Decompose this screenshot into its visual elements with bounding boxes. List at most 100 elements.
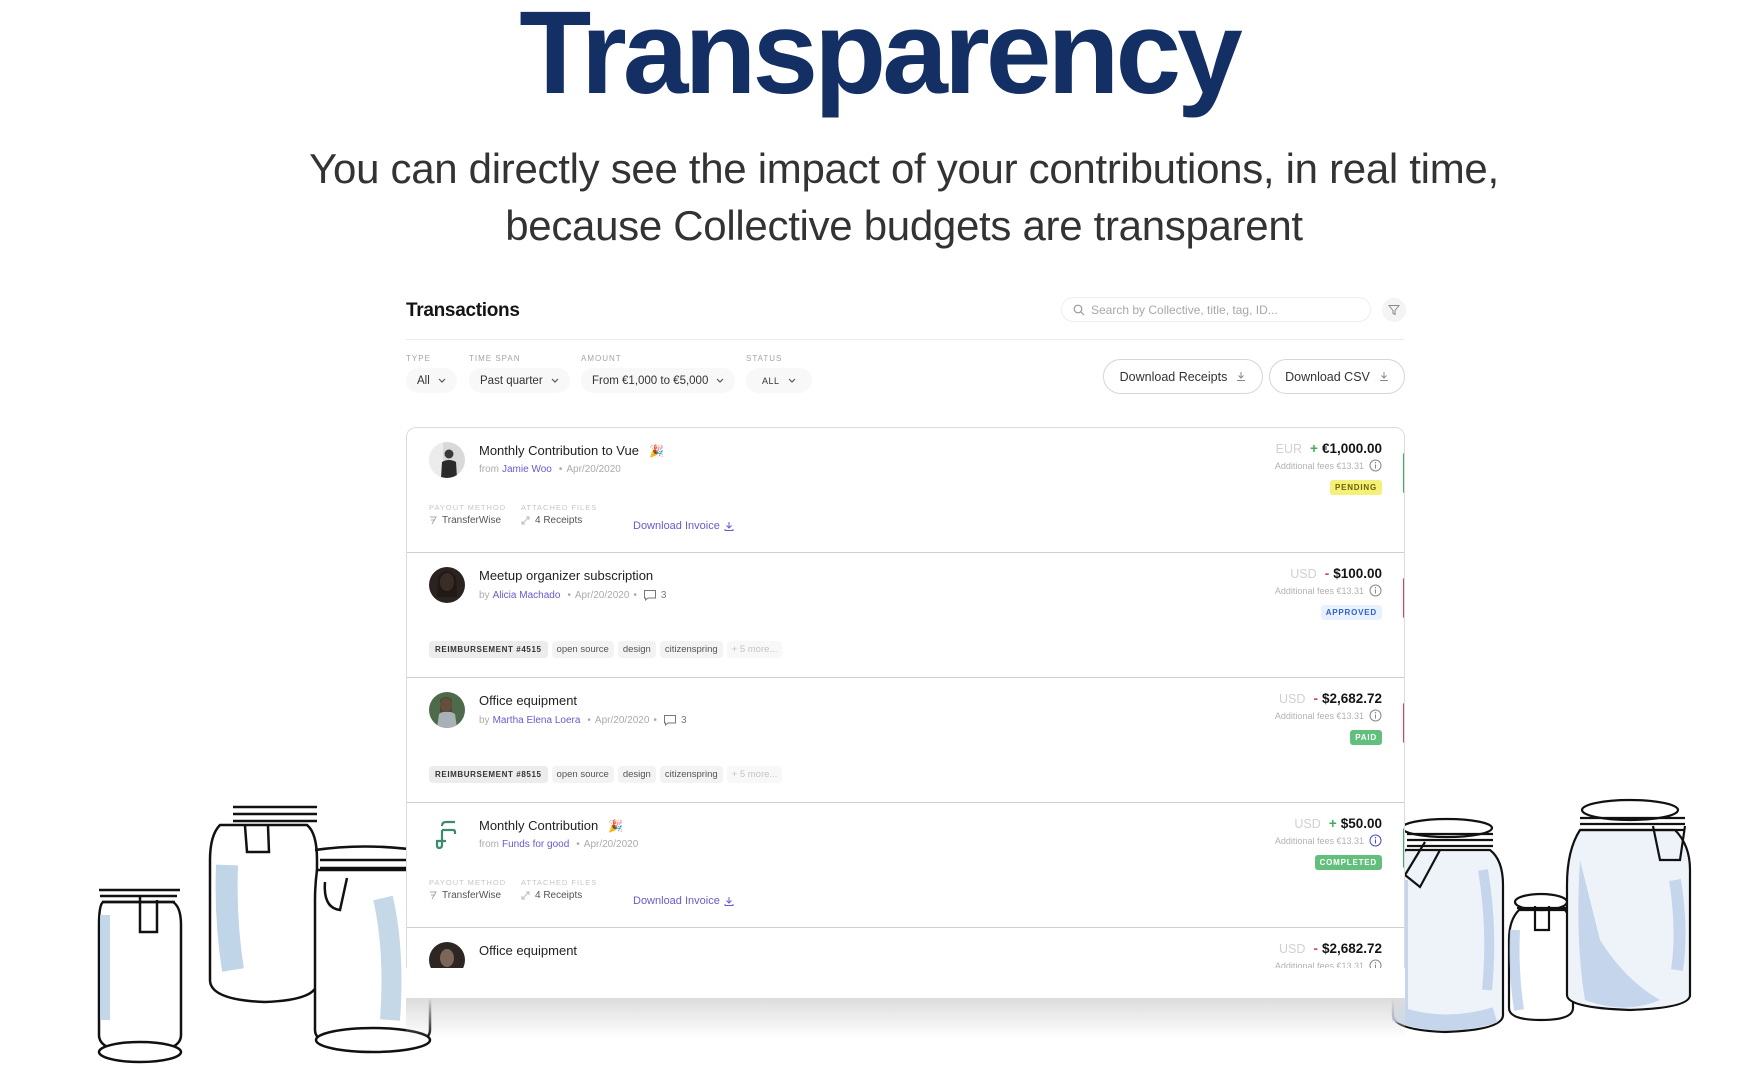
amount-sign: + xyxy=(1310,441,1318,456)
filter-type-label: TYPE xyxy=(406,354,431,363)
tag[interactable]: REIMBURSEMENT #8515 xyxy=(429,766,548,783)
fees-text: Additional fees €13.31 xyxy=(1274,585,1364,596)
party-icon: 🎉 xyxy=(608,819,624,833)
avatar xyxy=(429,442,465,478)
transferwise-icon xyxy=(430,516,437,525)
currency-code: EUR xyxy=(1275,442,1303,456)
fees-text: Additional fees €13.31 xyxy=(1274,835,1364,846)
tags-list: REIMBURSEMENT #4515 open source design c… xyxy=(429,641,786,658)
filter-button[interactable] xyxy=(1382,298,1406,322)
download-icon xyxy=(724,521,734,531)
filter-amount-select[interactable]: From €1,000 to €5,000 xyxy=(581,368,736,393)
meta-separator: • xyxy=(576,839,580,850)
meta-separator: • xyxy=(567,589,571,601)
transaction-meta: by Alicia Machado • Apr/20/2020 • 3 xyxy=(479,589,666,601)
download-invoice-link[interactable]: Download Invoice xyxy=(633,895,734,907)
payout-method: PAYOUT METHOD TransferWise xyxy=(429,503,506,526)
status-badge: PENDING xyxy=(1329,480,1382,495)
transaction-amount: USD + $50.00 xyxy=(1294,816,1382,831)
party-icon: 🎉 xyxy=(648,444,664,458)
jars-illustration-left xyxy=(97,805,432,1064)
attached-files-value: 4 Receipts xyxy=(535,515,583,526)
person-link[interactable]: Jamie Woo xyxy=(502,464,552,475)
payout-method-label: PAYOUT METHOD xyxy=(429,503,507,512)
more-tags[interactable]: + 5 more... xyxy=(726,766,783,783)
status-stripe xyxy=(1403,828,1404,868)
fees-text: Additional fees €13.31 xyxy=(1274,460,1364,471)
meta-prefix: from xyxy=(479,464,499,475)
download-csv-label: Download CSV xyxy=(1285,369,1370,384)
panel-shadow xyxy=(406,998,1405,1038)
tag[interactable]: REIMBURSEMENT #4515 xyxy=(429,641,548,658)
info-icon[interactable] xyxy=(1369,834,1382,847)
info-icon[interactable] xyxy=(1369,709,1382,722)
chevron-down-icon xyxy=(716,378,724,383)
attached-files-label: ATTACHED FILES xyxy=(521,503,598,512)
payout-method-label: PAYOUT METHOD xyxy=(429,878,507,887)
amount-value: $100.00 xyxy=(1333,566,1382,581)
download-invoice-link[interactable]: Download Invoice xyxy=(633,520,734,532)
person-link[interactable]: Martha Elena Loera xyxy=(493,715,581,726)
transaction-row[interactable]: Office equipment by Martha Elena Loera •… xyxy=(407,678,1404,803)
transaction-row[interactable]: Meetup organizer subscription by Alicia … xyxy=(407,553,1404,678)
filter-amount-value: From €1,000 to €5,000 xyxy=(592,374,709,387)
download-receipts-button[interactable]: Download Receipts xyxy=(1103,359,1263,394)
header-divider xyxy=(406,339,1405,340)
list-fade xyxy=(406,968,1405,998)
fees: Additional fees €13.31 xyxy=(1275,834,1382,847)
filter-status: STATUS ALL xyxy=(746,354,812,393)
receipts-link[interactable]: 4 Receipts xyxy=(521,515,597,526)
attached-files: ATTACHED FILES 4 Receipts xyxy=(521,503,597,526)
page-title: Transparency xyxy=(519,0,1242,119)
meta-separator: • xyxy=(653,714,657,726)
chevron-down-icon xyxy=(551,378,559,383)
more-tags[interactable]: + 5 more... xyxy=(726,641,783,658)
funnel-icon xyxy=(1388,305,1400,316)
download-csv-button[interactable]: Download CSV xyxy=(1269,359,1405,394)
transaction-meta: by Martha Elena Loera • Apr/20/2020 • 3 xyxy=(479,714,687,726)
transaction-row[interactable]: Monthly Contribution to Vue 🎉 from Jamie … xyxy=(407,428,1404,553)
status-stripe xyxy=(1403,703,1404,743)
filter-type-select[interactable]: All xyxy=(406,368,457,393)
receipts-link[interactable]: 4 Receipts xyxy=(521,890,597,901)
status-badge: COMPLETED xyxy=(1314,855,1382,870)
tag[interactable]: design xyxy=(617,766,656,783)
transaction-title: Meetup organizer subscription xyxy=(479,568,653,583)
transactions-title: Transactions xyxy=(406,300,520,321)
transaction-amount: USD - $2,682.72 xyxy=(1279,941,1382,956)
tag[interactable]: citizenspring xyxy=(659,641,723,658)
download-icon xyxy=(724,896,734,906)
transaction-title-text: Monthly Contribution xyxy=(479,818,599,833)
download-icon xyxy=(1379,372,1388,381)
transactions-panel: Transactions Search by Collective, title… xyxy=(406,290,1406,998)
comments-count[interactable]: 3 xyxy=(643,589,666,601)
info-icon[interactable] xyxy=(1369,584,1382,597)
transaction-row[interactable]: Office equipment USD - $2,682.72 Additio… xyxy=(407,928,1404,972)
meta-separator: • xyxy=(587,714,591,726)
transaction-title: Monthly Contribution 🎉 xyxy=(479,818,623,833)
fees: Additional fees €13.31 xyxy=(1275,459,1382,472)
tag[interactable]: design xyxy=(617,641,656,658)
tag[interactable]: citizenspring xyxy=(659,766,723,783)
transaction-row[interactable]: Monthly Contribution 🎉 from Funds for goo… xyxy=(407,803,1404,928)
filter-amount: AMOUNT From €1,000 to €5,000 xyxy=(581,354,736,393)
transaction-title: Office equipment xyxy=(479,693,577,708)
search-icon xyxy=(1073,304,1085,315)
filter-type-value: All xyxy=(417,374,430,387)
funds-for-good-logo xyxy=(429,817,465,853)
tags-list: REIMBURSEMENT #8515 open source design c… xyxy=(429,766,786,783)
person-link[interactable]: Alicia Machado xyxy=(493,590,561,601)
page-subtitle: You can directly see the impact of your … xyxy=(309,145,1499,249)
tag[interactable]: open source xyxy=(551,766,614,783)
info-icon[interactable] xyxy=(1369,459,1382,472)
transaction-date: Apr/20/2020 xyxy=(594,714,650,726)
comments-count[interactable]: 3 xyxy=(663,714,687,726)
transaction-date: Apr/20/2020 xyxy=(574,589,630,601)
avatar xyxy=(429,567,465,603)
filter-timespan-select[interactable]: Past quarter xyxy=(469,368,570,393)
transaction-amount: USD - $100.00 xyxy=(1290,566,1382,581)
filter-status-select[interactable]: ALL xyxy=(746,368,812,393)
search-input[interactable]: Search by Collective, title, tag, ID... xyxy=(1061,297,1371,322)
person-link[interactable]: Funds for good xyxy=(502,839,569,850)
tag[interactable]: open source xyxy=(551,641,614,658)
